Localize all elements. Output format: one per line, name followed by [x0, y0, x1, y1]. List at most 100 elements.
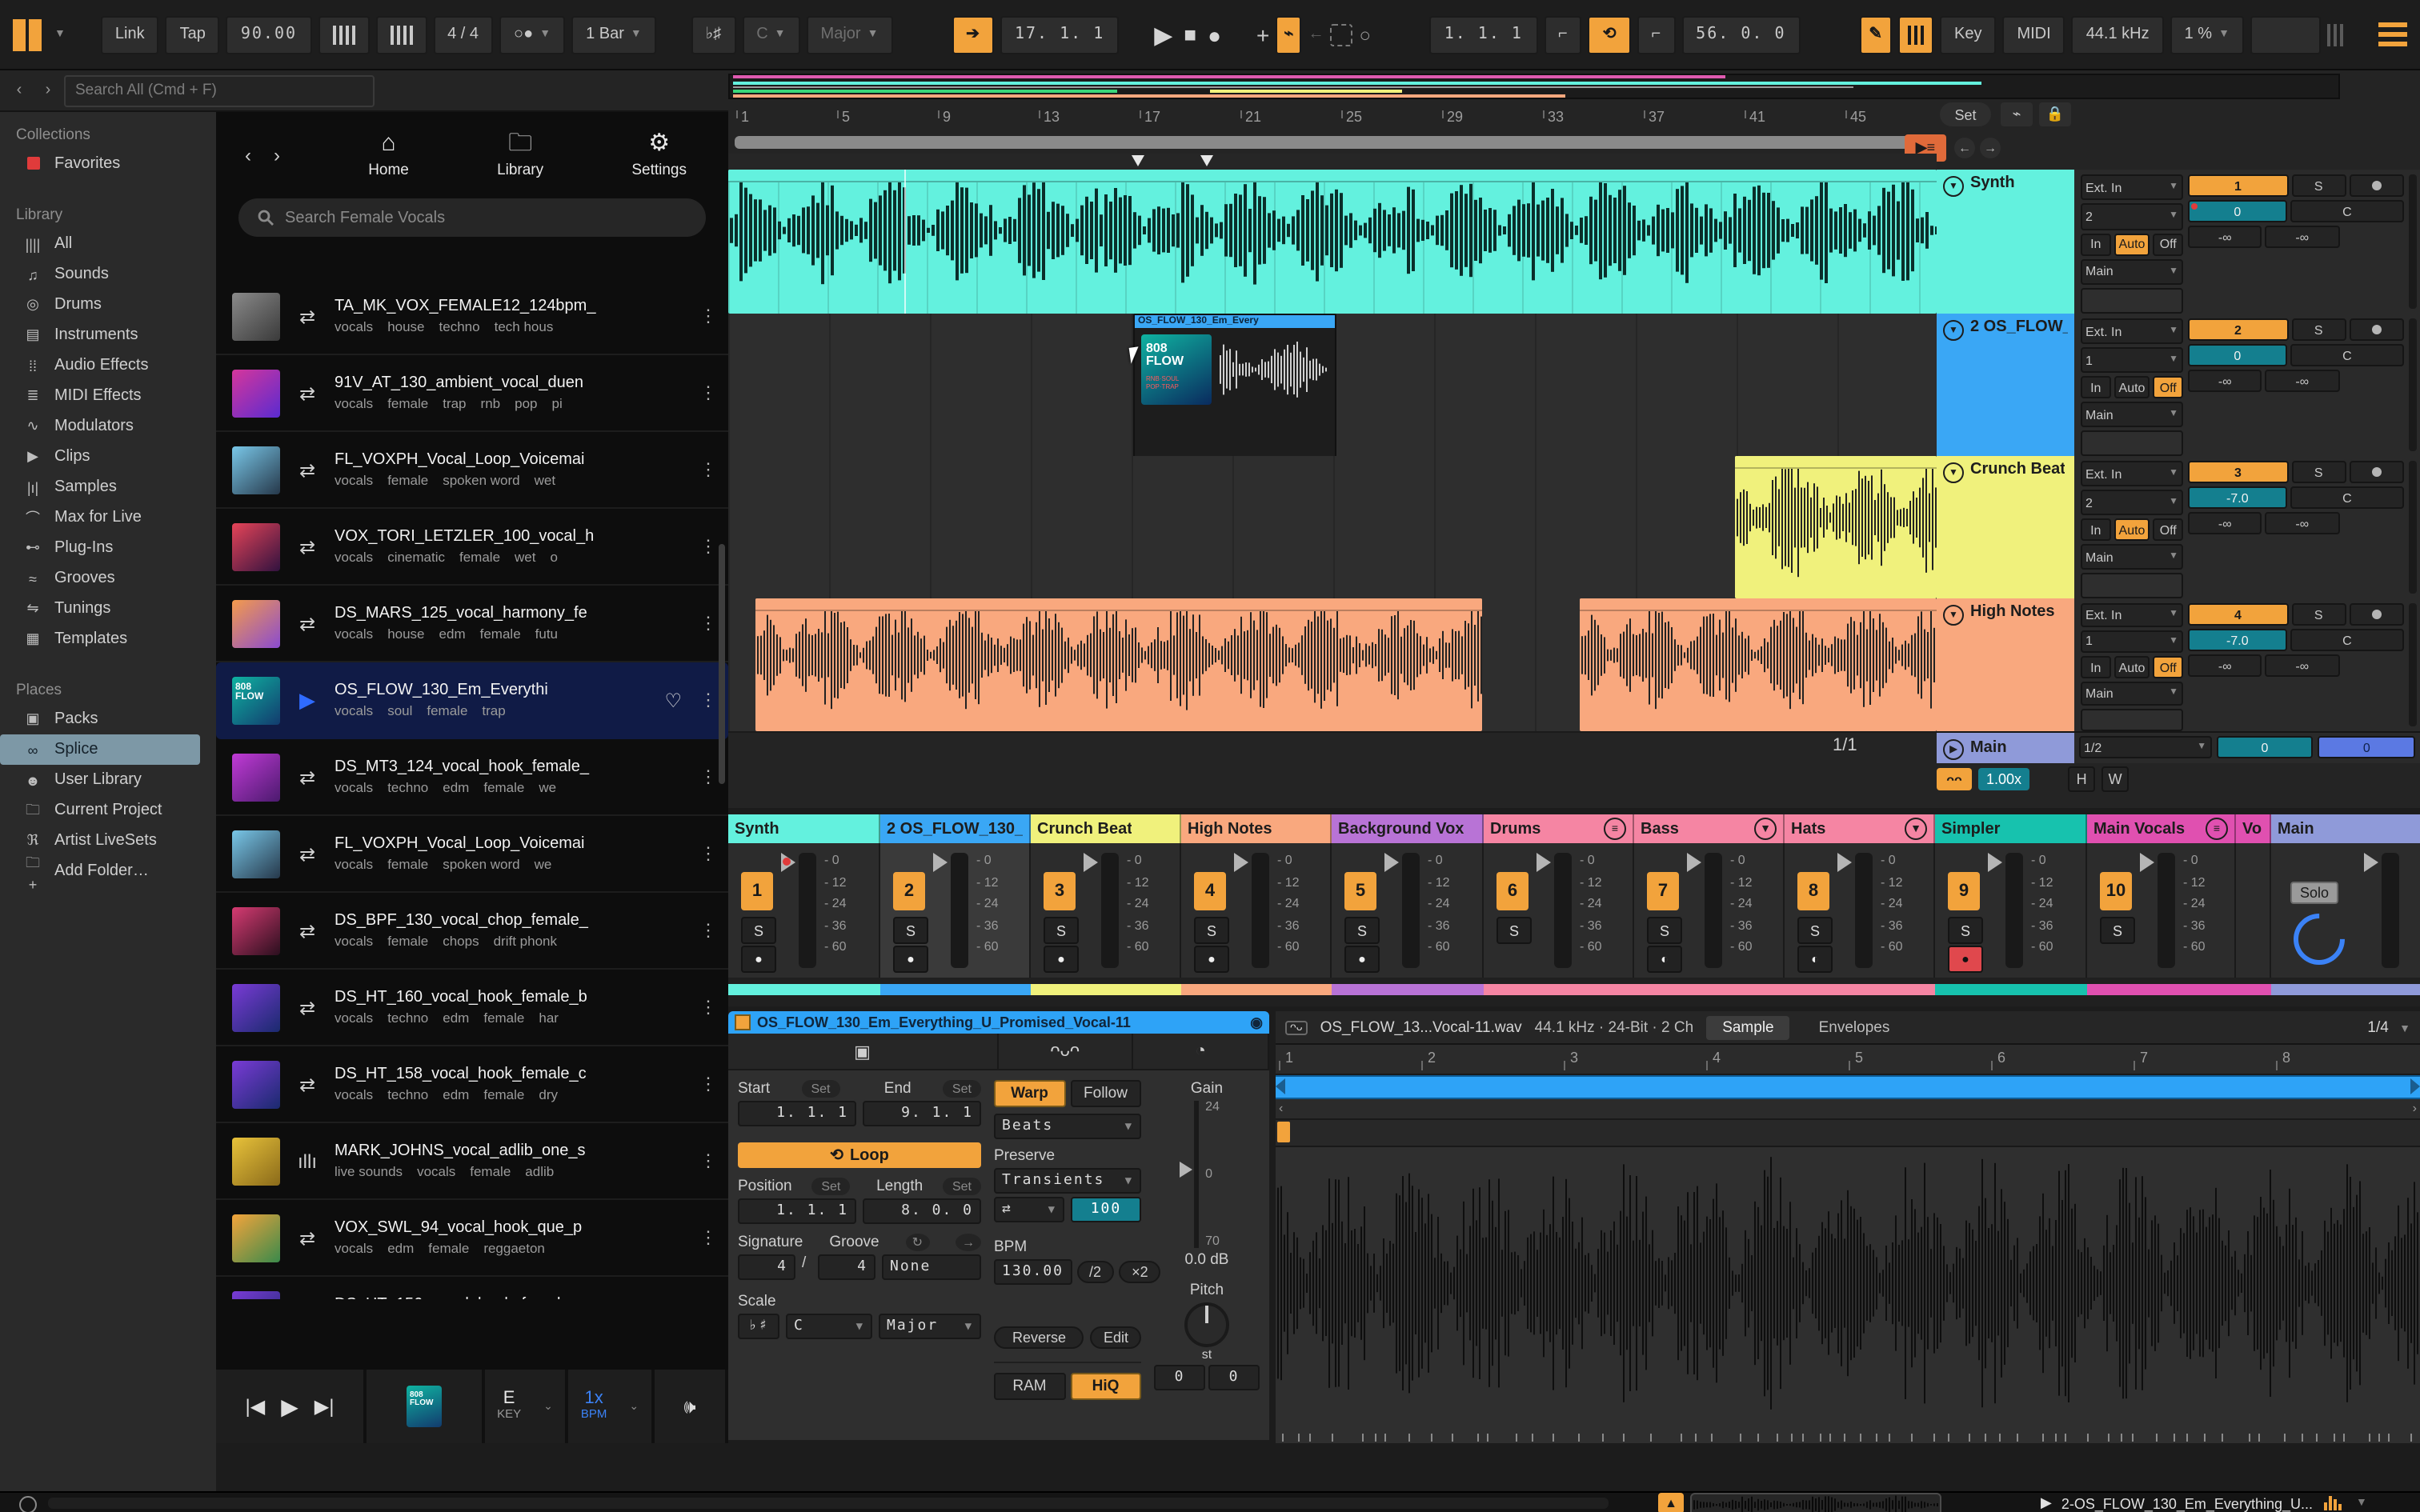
- sample-list-item[interactable]: 808 FLOW▶OS_FLOW_130_Em_Everythivocalsso…: [216, 662, 728, 739]
- sidebar-item-grooves[interactable]: ≈Grooves: [0, 563, 216, 594]
- one-shot-waveform-icon[interactable]: ıllı: [294, 1150, 320, 1172]
- scroll-right-icon[interactable]: ›: [2413, 1101, 2417, 1115]
- arm-session-button[interactable]: ●: [893, 946, 928, 973]
- loop-icon[interactable]: ⇄: [294, 919, 320, 942]
- metronome-button[interactable]: ○●▼: [499, 15, 565, 54]
- solo-button[interactable]: S: [2291, 174, 2346, 197]
- position-set-button[interactable]: Set: [811, 1178, 850, 1195]
- clip-end-field[interactable]: 9. 1. 1: [863, 1101, 981, 1126]
- splice-rate-control[interactable]: 1xBPM ⌄: [568, 1370, 651, 1443]
- loop-end-handle[interactable]: [2410, 1078, 2420, 1094]
- track-name[interactable]: ▼Synth: [1937, 170, 2074, 314]
- mixer-strip-hats[interactable]: Hats▼ 8 S ◐ - 0- 12- 24- 36- 60: [1785, 814, 1935, 1000]
- input-channel-menu[interactable]: 2▼: [2081, 490, 2183, 515]
- mixer-track-name[interactable]: Drums≡: [1484, 814, 1634, 843]
- browser-back-button[interactable]: ‹: [6, 76, 32, 105]
- tab-envelopes-view[interactable]: Envelopes: [1803, 1015, 1906, 1039]
- loop-length-field[interactable]: 56. 0. 0: [1681, 15, 1800, 54]
- play-icon[interactable]: ▶: [281, 1393, 298, 1420]
- main-fader-handle[interactable]: [2364, 853, 2378, 872]
- mixer-track-name[interactable]: Synth: [728, 814, 880, 843]
- cue-out-menu[interactable]: 1/2▼: [2079, 736, 2211, 758]
- splice-scrollbar[interactable]: [719, 544, 725, 784]
- solo-button[interactable]: S: [2291, 318, 2346, 341]
- capture-midi-button[interactable]: +: [1256, 22, 1269, 47]
- sidebar-item-sounds[interactable]: ♫Sounds: [0, 259, 216, 290]
- volume-fader[interactable]: [2158, 853, 2175, 968]
- volume-fader[interactable]: [1101, 853, 1119, 968]
- track-activator[interactable]: 2: [893, 872, 925, 910]
- clip-position-field[interactable]: 1. 1. 1: [738, 1198, 856, 1224]
- sample-list-item[interactable]: ⇄DS_BPF_130_vocal_chop_female_vocalsfema…: [216, 893, 728, 970]
- arm-button[interactable]: [2350, 461, 2405, 483]
- midi-map-button[interactable]: MIDI: [2002, 15, 2065, 54]
- fader-handle[interactable]: [1988, 853, 2002, 872]
- overview-toggle-icon[interactable]: ▲: [1658, 1493, 1684, 1512]
- volume-field[interactable]: -7.0: [2188, 629, 2287, 651]
- signature-numerator-field[interactable]: 4: [738, 1254, 795, 1280]
- sidebar-item-favorites[interactable]: Favorites: [0, 149, 216, 179]
- warp-button[interactable]: Warp: [994, 1080, 1065, 1107]
- input-channel-menu[interactable]: 1▼: [2081, 347, 2183, 373]
- input-type-menu[interactable]: Ext. In▼: [2081, 603, 2183, 626]
- arm-button[interactable]: [2350, 174, 2405, 197]
- solo-button[interactable]: S: [893, 917, 928, 944]
- monitor-off-button[interactable]: Off: [2153, 376, 2183, 398]
- mixer-track-name[interactable]: Simpler: [1935, 814, 2087, 843]
- sample-list-item[interactable]: ⇄DS_HT_158_vocal_hook_female_cvocalstech…: [216, 1046, 728, 1123]
- main-track-name[interactable]: ▶Main: [1937, 733, 2074, 763]
- arm-button[interactable]: [2350, 603, 2405, 626]
- loop-toggle-button[interactable]: ⟲: [1589, 15, 1631, 54]
- volume-fader[interactable]: [951, 853, 968, 968]
- volume-fader[interactable]: [1252, 853, 1269, 968]
- splice-volume[interactable]: 🕪: [655, 1370, 725, 1443]
- pitch-semitones-field[interactable]: 0: [1154, 1365, 1205, 1390]
- track-name[interactable]: ▼Crunch Beat: [1937, 456, 2074, 598]
- loop-icon[interactable]: ⇄: [294, 535, 320, 558]
- play-button[interactable]: ▶: [1154, 20, 1172, 49]
- sidebar-item-clips[interactable]: ▶Clips: [0, 442, 216, 472]
- loop-icon[interactable]: ⇄: [294, 996, 320, 1018]
- pan-field[interactable]: C: [2290, 629, 2404, 651]
- audio-clip[interactable]: [728, 170, 1937, 314]
- mixer-strip-main[interactable]: MainSolo: [2271, 814, 2420, 1000]
- push-status-icon[interactable]: [13, 18, 42, 50]
- mixer-track-name[interactable]: Bass▼: [1634, 814, 1785, 843]
- mixer-strip-simpler[interactable]: Simpler 9 S ● - 0- 12- 24- 36- 60: [1935, 814, 2087, 1000]
- sidebar-item-drums[interactable]: ◎Drums: [0, 290, 216, 320]
- sample-list-item[interactable]: ⇄VOX_SWL_94_vocal_hook_que_pvocalsedmfem…: [216, 1200, 728, 1277]
- warp-marker-strip[interactable]: [1276, 1120, 2420, 1147]
- monitor-in-button[interactable]: In: [2081, 518, 2111, 541]
- arrangement-loop-brace[interactable]: [735, 136, 1932, 149]
- arm-button[interactable]: [2350, 318, 2405, 341]
- audio-clip[interactable]: OS_FLOW_130_Em_Every808 FLOWRNB·SOUL POP…: [1133, 314, 1336, 459]
- nudge-down-button[interactable]: [318, 15, 369, 54]
- quantize-menu[interactable]: 1 Bar▼: [571, 15, 656, 54]
- more-options-icon[interactable]: ⋮: [699, 843, 715, 864]
- output-menu[interactable]: Main▼: [2081, 544, 2183, 570]
- track-lane-2-os-flow-13[interactable]: OS_FLOW_130_Em_Every808 FLOWRNB·SOUL POP…: [728, 314, 1937, 458]
- track-lane-synth[interactable]: [728, 170, 1937, 315]
- arm-session-button[interactable]: ◐: [1647, 946, 1682, 973]
- fader-handle[interactable]: [1084, 853, 1098, 872]
- groove-select[interactable]: None: [882, 1254, 981, 1280]
- mixer-track-name[interactable]: Crunch Beat: [1031, 814, 1181, 843]
- tap-tempo-button[interactable]: Tap: [166, 15, 220, 54]
- arm-session-button[interactable]: ●: [1044, 946, 1079, 973]
- sidebar-item-splice[interactable]: ∞Splice: [0, 734, 200, 765]
- preview-play-icon[interactable]: ▶: [2041, 1494, 2052, 1512]
- sidebar-item-templates[interactable]: ▦Templates: [0, 624, 216, 654]
- sample-overview-thumbnail[interactable]: [1690, 1493, 1941, 1512]
- audio-clip[interactable]: [1735, 456, 1937, 598]
- sidebar-item-tunings[interactable]: ⇋Tunings: [0, 594, 216, 624]
- gain-value[interactable]: 0.0 dB: [1185, 1251, 1229, 1269]
- loop-icon[interactable]: ⇄: [294, 382, 320, 404]
- key-map-button[interactable]: Key: [1940, 15, 1996, 54]
- track-lane-high-notes[interactable]: [728, 598, 1937, 733]
- sample-list-item[interactable]: ıllıMARK_JOHNS_vocal_adlib_one_slive sou…: [216, 1123, 728, 1200]
- sidebar-item-current-project[interactable]: 🗀Current Project: [0, 795, 216, 826]
- empty-chooser[interactable]: [2081, 430, 2183, 456]
- solo-button[interactable]: S: [1647, 917, 1682, 944]
- next-icon[interactable]: ▶|: [315, 1395, 335, 1418]
- track-number-arm[interactable]: 1: [2188, 174, 2288, 197]
